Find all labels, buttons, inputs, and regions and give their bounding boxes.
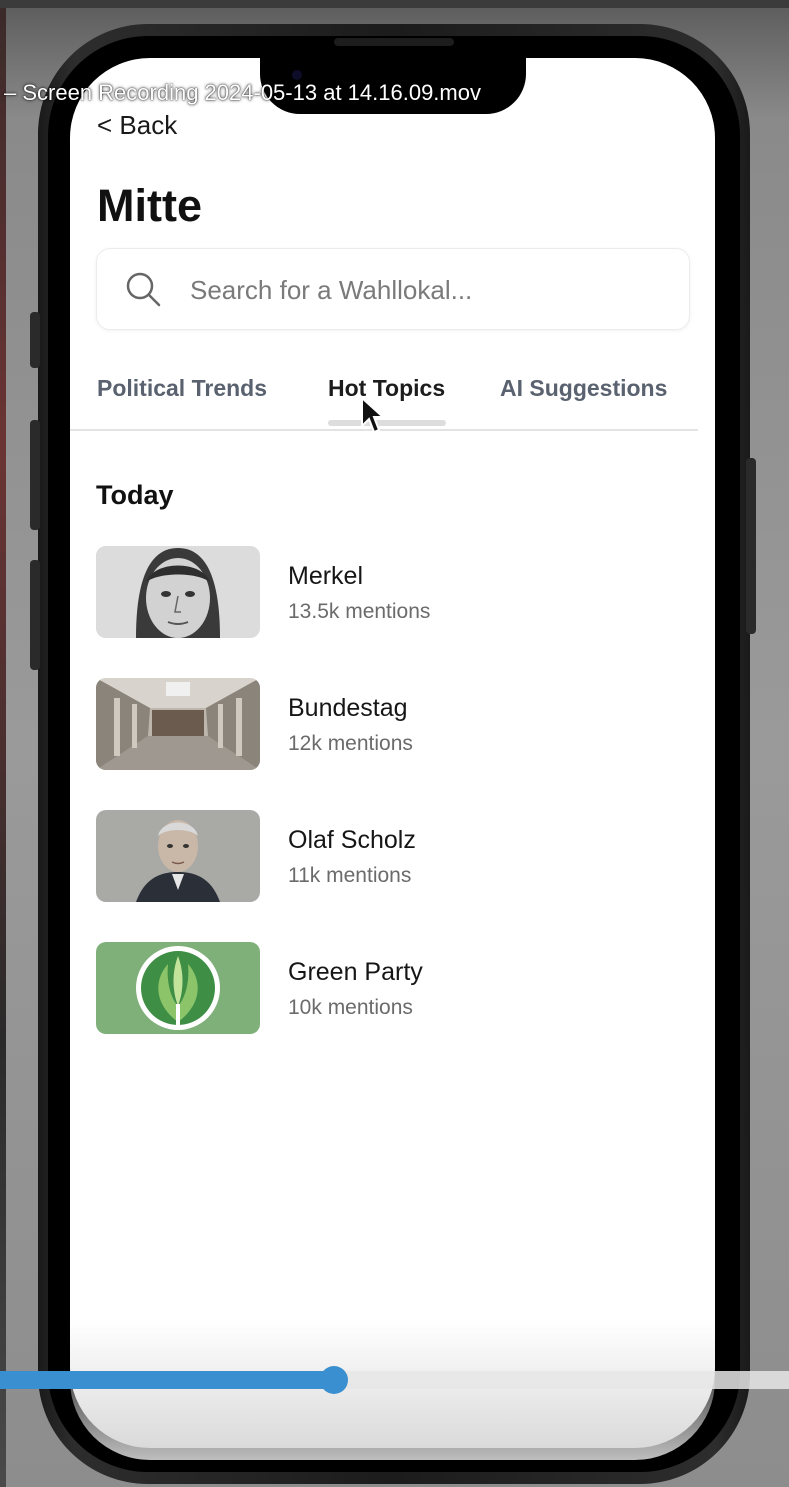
video-seek-progress <box>0 1371 334 1389</box>
speaker-grille <box>334 38 454 46</box>
tab-political-trends[interactable]: Political Trends <box>97 375 267 402</box>
mouse-cursor-icon <box>361 396 386 434</box>
list-item[interactable]: Merkel 13.5k mentions <box>96 546 656 638</box>
back-button[interactable]: < Back <box>97 110 177 141</box>
mute-switch <box>30 312 40 368</box>
page-title: Mitte <box>97 180 202 231</box>
top-strip <box>0 0 789 8</box>
topic-name: Merkel <box>288 562 364 590</box>
bundestag-hall-image <box>96 678 260 770</box>
topic-name: Bundestag <box>288 694 408 722</box>
scholz-portrait-image <box>96 810 260 902</box>
list-item[interactable]: Olaf Scholz 11k mentions <box>96 810 656 902</box>
topic-mentions: 11k mentions <box>288 864 412 887</box>
volume-up-button <box>30 420 40 530</box>
list-item[interactable]: Bundestag 12k mentions <box>96 678 656 770</box>
background-edge <box>0 0 6 1487</box>
search-icon <box>126 272 161 307</box>
front-camera-icon <box>292 70 302 80</box>
topic-mentions: 13.5k mentions <box>288 600 431 623</box>
merkel-portrait-image <box>96 546 260 638</box>
topic-name: Olaf Scholz <box>288 826 416 854</box>
volume-down-button <box>30 560 40 670</box>
topic-mentions: 10k mentions <box>288 996 413 1019</box>
search-placeholder: Search for a Wahllokal... <box>190 275 473 305</box>
bottom-fade <box>70 1320 715 1460</box>
topic-mentions: 12k mentions <box>288 732 413 755</box>
tab-hot-topics[interactable]: Hot Topics <box>328 375 445 402</box>
green-party-logo-image <box>96 942 260 1034</box>
tab-ai-suggestions[interactable]: AI Suggestions <box>500 375 667 402</box>
phone-screen: < Back Mitte Search for a Wahllokal... P… <box>70 58 715 1448</box>
video-title: – Screen Recording 2024-05-13 at 14.16.0… <box>4 80 481 105</box>
list-item[interactable]: Green Party 10k mentions <box>96 942 656 1034</box>
power-button <box>746 458 756 634</box>
search-input[interactable]: Search for a Wahllokal... <box>96 248 690 330</box>
video-seek-handle[interactable] <box>320 1366 348 1394</box>
section-title: Today <box>96 480 174 510</box>
active-tab-indicator <box>328 420 446 426</box>
topic-name: Green Party <box>288 958 423 986</box>
